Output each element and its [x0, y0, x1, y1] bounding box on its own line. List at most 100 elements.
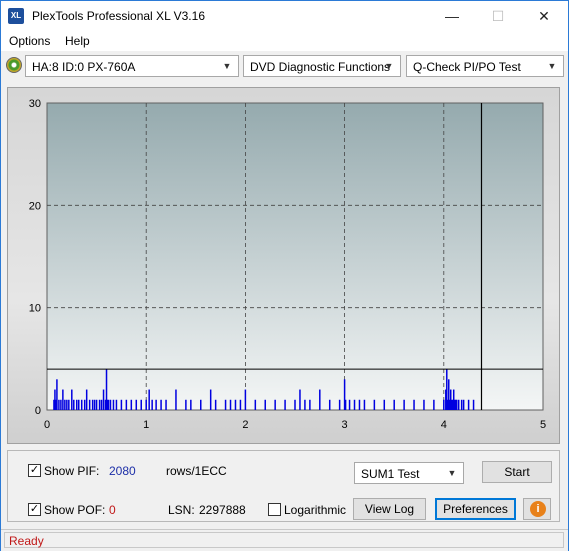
- chart-bar: [244, 389, 247, 410]
- minimize-button[interactable]: —: [429, 1, 475, 31]
- chart-bar: [472, 399, 475, 410]
- info-button[interactable]: i: [523, 498, 551, 520]
- chart-bar: [60, 399, 62, 410]
- view-log-button[interactable]: View Log: [353, 498, 426, 520]
- chart-bar: [77, 399, 80, 410]
- x-tick-label: 3: [342, 419, 348, 431]
- show-pof-label: Show POF:: [44, 503, 106, 517]
- chart-bar: [214, 399, 217, 410]
- x-tick-label: 1: [143, 419, 149, 431]
- pif-value: 2080: [109, 464, 136, 478]
- chart-bar: [309, 399, 311, 410]
- close-button[interactable]: ✕: [521, 1, 567, 31]
- chart-bar: [125, 399, 128, 410]
- info-icon: i: [530, 501, 546, 517]
- chart-bar: [151, 399, 153, 410]
- status-field: Ready: [4, 532, 564, 548]
- chart-bar: [433, 399, 435, 410]
- chart-bar: [71, 389, 73, 410]
- chart-panel: 0 1 2 3 4 5 0 10 20 30: [7, 87, 560, 444]
- chart-bar: [83, 399, 86, 410]
- chart-bar: [95, 399, 98, 410]
- chart-bar: [234, 399, 237, 410]
- chart-bar: [264, 399, 266, 410]
- chart-bar: [66, 399, 68, 410]
- lsn-value: 2297888: [199, 503, 246, 517]
- toolbar: HA:8 ID:0 PX-760A ▼ DVD Diagnostic Funct…: [1, 53, 568, 81]
- test-select-value: Q-Check PI/PO Test: [413, 60, 521, 74]
- chart-bar: [455, 399, 458, 410]
- chart-bar: [209, 389, 212, 410]
- chart-bar: [56, 379, 58, 410]
- chevron-down-icon: ▼: [547, 61, 557, 71]
- chart-bar: [109, 399, 112, 410]
- show-pif-checkbox[interactable]: ✓: [28, 464, 41, 477]
- chart-bar: [64, 399, 66, 410]
- checkmark-icon: ✓: [29, 503, 40, 515]
- chart-bar: [76, 399, 78, 410]
- drive-select[interactable]: HA:8 ID:0 PX-760A ▼: [25, 55, 239, 77]
- chart-bar: [93, 399, 96, 410]
- show-pif-label: Show PIF:: [44, 464, 100, 478]
- chevron-down-icon: ▼: [447, 468, 457, 478]
- checkmark-icon: ✓: [29, 464, 40, 476]
- chevron-down-icon: ▼: [384, 61, 394, 71]
- chart-bar: [254, 399, 257, 410]
- main-window: XL PlexTools Professional XL V3.16 — ☐ ✕…: [0, 0, 569, 551]
- pi-po-chart: 0 1 2 3 4 5 0 10 20 30: [29, 98, 546, 431]
- chart-bar: [85, 389, 88, 410]
- maximize-button[interactable]: ☐: [475, 1, 521, 31]
- chart-bar: [58, 399, 60, 410]
- x-tick-label: 0: [44, 419, 50, 431]
- chart-bar: [423, 399, 425, 410]
- chart-bar: [224, 399, 227, 410]
- chart-bar: [120, 399, 123, 410]
- chart-bar: [88, 399, 91, 410]
- logarithmic-label: Logarithmic: [284, 503, 347, 517]
- y-tick-label: 0: [35, 405, 41, 417]
- start-button[interactable]: Start: [482, 461, 552, 483]
- controls-panel: ✓ Show PIF: 2080 rows/1ECC ✓ Show POF: 0…: [7, 450, 560, 522]
- chart-bar: [338, 399, 341, 410]
- chart-bar: [383, 399, 386, 410]
- test-select[interactable]: Q-Check PI/PO Test ▼: [406, 55, 564, 77]
- x-tick-label: 5: [540, 419, 546, 431]
- show-pof-checkbox[interactable]: ✓: [28, 503, 41, 516]
- disc-drive-icon: [6, 57, 22, 73]
- chart-bar: [304, 399, 306, 410]
- logarithmic-checkbox[interactable]: [268, 503, 281, 516]
- chart-bar: [239, 399, 242, 410]
- function-select[interactable]: DVD Diagnostic Functions ▼: [243, 55, 401, 77]
- chart-bar: [393, 399, 395, 410]
- preferences-button[interactable]: Preferences: [435, 498, 516, 520]
- menu-options[interactable]: Options: [9, 34, 50, 48]
- chart-bar: [353, 399, 356, 410]
- chart-bar: [467, 399, 470, 410]
- chart-bar: [91, 399, 94, 410]
- window-title: PlexTools Professional XL V3.16: [32, 9, 205, 23]
- app-logo-icon: XL: [8, 8, 24, 24]
- chart-bar: [80, 399, 83, 410]
- chart-bar: [284, 399, 286, 410]
- y-tick-label: 10: [29, 303, 41, 315]
- chart-bar: [344, 399, 347, 410]
- x-tick-label: 4: [441, 419, 447, 431]
- chart-bar: [100, 399, 103, 410]
- drive-select-value: HA:8 ID:0 PX-760A: [32, 60, 136, 74]
- chart-bar: [68, 399, 70, 410]
- chart-bar: [358, 399, 361, 410]
- menu-help[interactable]: Help: [65, 34, 90, 48]
- chart-bar: [155, 399, 157, 410]
- chart-bar: [190, 399, 192, 410]
- sum-test-select[interactable]: SUM1 Test ▼: [354, 462, 464, 484]
- chart-bar: [294, 399, 296, 410]
- status-text: Ready: [9, 534, 44, 548]
- chart-bar: [462, 399, 465, 410]
- y-tick-label: 20: [29, 200, 41, 212]
- chart-bar: [457, 399, 460, 410]
- chart-bar: [274, 399, 276, 410]
- chart-bar: [140, 399, 142, 410]
- chart-bar: [363, 399, 366, 410]
- x-tick-label: 2: [242, 419, 248, 431]
- chevron-down-icon: ▼: [222, 61, 232, 71]
